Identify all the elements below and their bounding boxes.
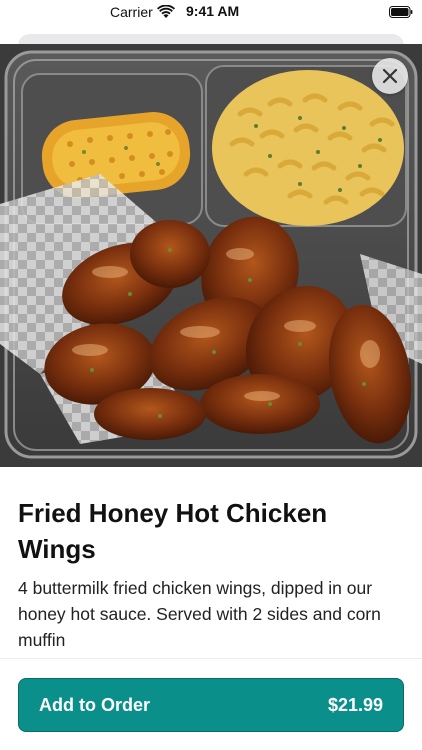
food-photo (0, 44, 422, 467)
add-to-order-label: Add to Order (39, 694, 150, 715)
status-bar: Carrier 9:41 AM (0, 0, 422, 26)
divider (0, 658, 422, 659)
close-button[interactable] (372, 58, 408, 94)
add-to-order-button[interactable]: Add to Order $21.99 (18, 678, 404, 732)
battery-icon (389, 6, 413, 18)
hero-food-image (0, 44, 422, 467)
item-price: $21.99 (327, 694, 383, 715)
item-details: Fried Honey Hot Chicken Wings 4 buttermi… (0, 467, 422, 653)
close-icon (382, 68, 398, 84)
item-title: Fried Honey Hot Chicken Wings (18, 498, 328, 564)
carrier-label: Carrier (110, 4, 153, 20)
wifi-icon (157, 5, 175, 18)
mac-and-cheese (212, 70, 404, 226)
item-description: 4 buttermilk fried chicken wings, dipped… (18, 578, 381, 650)
status-time: 9:41 AM (186, 3, 240, 19)
